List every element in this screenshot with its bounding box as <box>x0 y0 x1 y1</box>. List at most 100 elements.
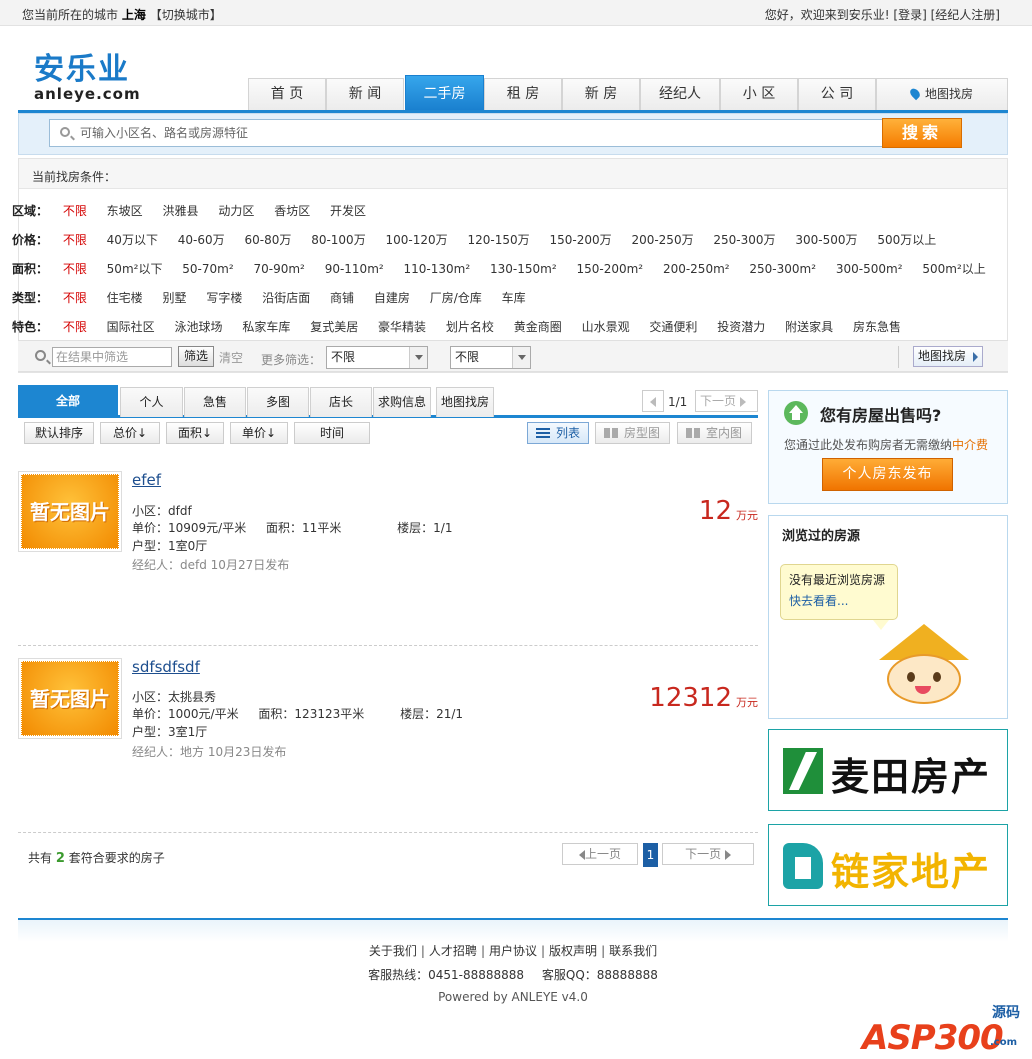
listing-title[interactable]: efef <box>132 471 161 489</box>
listing-thumbnail[interactable]: 暂无图片 <box>18 658 122 739</box>
filter-button[interactable]: 筛选 <box>178 346 214 367</box>
nav-home[interactable]: 首 页 <box>248 78 326 110</box>
filter-option[interactable]: 50m²以下 <box>107 260 163 277</box>
filter-option[interactable]: 开发区 <box>330 202 366 219</box>
filter-option[interactable]: 划片名校 <box>446 318 494 335</box>
more-filter-select-1[interactable]: 不限 <box>326 346 428 369</box>
more-filter-select-2[interactable]: 不限 <box>450 346 531 369</box>
filter-option[interactable]: 80-100万 <box>311 231 366 248</box>
site-logo[interactable]: 安乐业 anleye.com <box>34 54 149 104</box>
prev-page-button[interactable] <box>642 390 664 412</box>
filter-option[interactable]: 150-200m² <box>576 262 643 276</box>
filter-option[interactable]: 自建房 <box>374 289 410 306</box>
filter-option[interactable]: 复式美居 <box>310 318 358 335</box>
filter-option[interactable]: 60-80万 <box>244 231 291 248</box>
filter-option[interactable]: 250-300m² <box>749 262 816 276</box>
filter-option[interactable]: 不限 <box>63 318 87 335</box>
current-page[interactable]: 1 <box>643 843 658 867</box>
filter-option[interactable]: 动力区 <box>218 202 254 219</box>
tab-urgent[interactable]: 急售 <box>184 387 246 417</box>
tab-personal[interactable]: 个人 <box>120 387 183 417</box>
filter-option[interactable]: 300-500万 <box>795 231 857 248</box>
filter-option[interactable]: 山水景观 <box>582 318 630 335</box>
sort-total-price[interactable]: 总价↓ <box>100 422 160 444</box>
filter-option[interactable]: 150-200万 <box>549 231 611 248</box>
nav-map-search[interactable]: 地图找房 <box>876 78 1008 110</box>
filter-option[interactable]: 豪华精装 <box>378 318 426 335</box>
ad-lianjia[interactable]: 链家地产 <box>768 824 1008 906</box>
tab-map[interactable]: 地图找房 <box>436 387 494 417</box>
filter-option[interactable]: 东坡区 <box>107 202 143 219</box>
nav-company[interactable]: 公 司 <box>798 78 876 110</box>
filter-option[interactable]: 车库 <box>502 289 526 306</box>
filter-option[interactable]: 90-110m² <box>325 262 384 276</box>
nav-agents[interactable]: 经纪人 <box>640 78 720 110</box>
sort-time[interactable]: 时间 <box>294 422 370 444</box>
filter-option[interactable]: 香坊区 <box>274 202 310 219</box>
switch-city-link[interactable]: 【切换城市】 <box>150 8 222 22</box>
filter-option[interactable]: 私家车库 <box>242 318 290 335</box>
footer-link-contact[interactable]: 联系我们 <box>609 944 657 958</box>
filter-option[interactable]: 不限 <box>63 289 87 306</box>
tab-wanted[interactable]: 求购信息 <box>373 387 431 417</box>
filter-option[interactable]: 70-90m² <box>253 262 304 276</box>
search-button[interactable]: 搜索 <box>882 118 962 148</box>
view-interior[interactable]: 室内图 <box>677 422 752 444</box>
filter-option[interactable]: 50-70m² <box>182 262 233 276</box>
sort-default[interactable]: 默认排序 <box>24 422 94 444</box>
landlord-publish-button[interactable]: 个人房东发布 <box>822 458 953 491</box>
nav-second-hand[interactable]: 二手房 <box>405 75 484 110</box>
filter-option[interactable]: 40-60万 <box>178 231 225 248</box>
go-browse-link[interactable]: 快去看看... <box>789 592 889 609</box>
filter-option[interactable]: 附送家具 <box>785 318 833 335</box>
filter-option[interactable]: 不限 <box>63 231 87 248</box>
filter-option[interactable]: 泳池球场 <box>175 318 223 335</box>
nav-new-homes[interactable]: 新 房 <box>562 78 640 110</box>
filter-option[interactable]: 不限 <box>63 202 87 219</box>
filter-option[interactable]: 沿街店面 <box>262 289 310 306</box>
filter-option[interactable]: 200-250m² <box>663 262 730 276</box>
filter-option[interactable]: 别墅 <box>163 289 187 306</box>
filter-option[interactable]: 40万以下 <box>107 231 158 248</box>
filter-option[interactable]: 洪雅县 <box>163 202 199 219</box>
filter-option[interactable]: 住宅楼 <box>107 289 143 306</box>
footer-link-terms[interactable]: 用户协议 <box>489 944 537 958</box>
filter-option[interactable]: 投资潜力 <box>717 318 765 335</box>
login-link[interactable]: [登录] <box>893 8 926 22</box>
sort-unit-price[interactable]: 单价↓ <box>230 422 288 444</box>
result-keyword-input[interactable]: 在结果中筛选 <box>52 347 172 367</box>
filter-option[interactable]: 厂房/仓库 <box>430 289 482 306</box>
filter-option[interactable]: 200-250万 <box>631 231 693 248</box>
filter-option[interactable]: 250-300万 <box>713 231 775 248</box>
filter-option[interactable]: 500m²以上 <box>922 260 985 277</box>
nav-news[interactable]: 新 闻 <box>326 78 404 110</box>
filter-option[interactable]: 110-130m² <box>404 262 471 276</box>
clear-link[interactable]: 清空 <box>219 349 243 366</box>
filter-option[interactable]: 黄金商圈 <box>514 318 562 335</box>
footer-link-jobs[interactable]: 人才招聘 <box>429 944 477 958</box>
nav-rent[interactable]: 租 房 <box>484 78 562 110</box>
tab-all[interactable]: 全部 <box>18 385 118 417</box>
filter-option[interactable]: 交通便利 <box>649 318 697 335</box>
agent-register-link[interactable]: [经纪人注册] <box>931 8 1000 22</box>
view-list[interactable]: 列表 <box>527 422 589 444</box>
tab-multi-photo[interactable]: 多图 <box>247 387 309 417</box>
filter-option[interactable]: 房东急售 <box>853 318 901 335</box>
prev-page-button[interactable]: 上一页 <box>562 843 638 865</box>
listing-title[interactable]: sdfsdfsdf <box>132 658 200 676</box>
footer-link-copyright[interactable]: 版权声明 <box>549 944 597 958</box>
next-page-button[interactable]: 下一页 <box>662 843 754 865</box>
listing-thumbnail[interactable]: 暂无图片 <box>18 471 122 552</box>
view-floorplan[interactable]: 房型图 <box>595 422 670 444</box>
ad-maitian[interactable]: 麦田房产 <box>768 729 1008 811</box>
search-input[interactable]: 可输入小区名、路名或房源特征 <box>49 119 883 147</box>
filter-option[interactable]: 不限 <box>63 260 87 277</box>
tab-manager[interactable]: 店长 <box>310 387 372 417</box>
filter-option[interactable]: 国际社区 <box>107 318 155 335</box>
filter-option[interactable]: 写字楼 <box>206 289 242 306</box>
filter-option[interactable]: 商铺 <box>330 289 354 306</box>
next-page-button[interactable]: 下一页 <box>695 390 758 412</box>
filter-option[interactable]: 300-500m² <box>836 262 903 276</box>
map-search-button[interactable]: 地图找房 <box>913 346 983 367</box>
filter-option[interactable]: 130-150m² <box>490 262 557 276</box>
